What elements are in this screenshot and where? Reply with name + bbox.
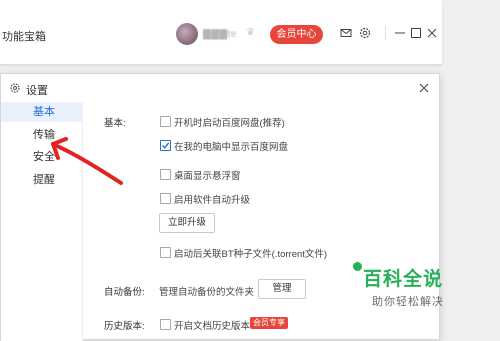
nav-item-reminder[interactable]: 提醒 <box>1 170 83 190</box>
auto-backup-section-label: 自动备份: <box>104 287 145 298</box>
show-in-computer-checkbox[interactable] <box>160 140 171 151</box>
auto-upgrade-label: 启用软件自动升级 <box>174 195 251 206</box>
crown-icon: ♛ <box>246 27 255 38</box>
minimize-icon[interactable] <box>393 26 407 40</box>
maximize-icon[interactable] <box>409 26 423 40</box>
close-icon[interactable] <box>425 26 439 40</box>
auto-backup-description: 管理自动备份的文件夹 <box>159 287 255 298</box>
username[interactable]: ▇▇▇te <box>203 29 237 40</box>
floating-window-label: 桌面显示悬浮窗 <box>174 171 241 182</box>
basic-section-label: 基本: <box>104 118 126 129</box>
auto-upgrade-checkbox[interactable] <box>160 193 171 204</box>
vip-only-badge: 会员专享 <box>250 317 288 329</box>
nav-item-transfer[interactable]: 传输 <box>1 125 83 145</box>
watermark-dot <box>353 262 362 271</box>
gear-icon[interactable] <box>358 26 372 40</box>
startup-label: 开机时启动百度网盘(推荐) <box>174 118 285 129</box>
vip-center-button[interactable]: 会员中心 <box>270 25 323 44</box>
divider <box>385 26 386 40</box>
startup-checkbox[interactable] <box>160 116 171 127</box>
bt-association-label: 启动后关联BT种子文件(.torrent文件) <box>174 249 328 260</box>
history-version-checkbox[interactable] <box>160 319 171 330</box>
check-icon <box>161 142 170 149</box>
upgrade-now-button[interactable]: 立即升级 <box>159 213 215 233</box>
nav-item-security[interactable]: 安全 <box>1 147 83 167</box>
dialog-close-icon[interactable] <box>417 81 431 95</box>
settings-gear-icon <box>10 83 20 93</box>
history-section-label: 历史版本: <box>104 321 145 332</box>
history-version-label: 开启文档历史版本 <box>174 321 251 332</box>
nav-item-basic[interactable]: 基本 <box>1 102 83 122</box>
show-in-computer-label: 在我的电脑中显示百度网盘 <box>174 142 289 153</box>
floating-window-checkbox[interactable] <box>160 169 171 180</box>
watermark-title: 百科全说 <box>363 269 444 290</box>
main-window-header: 功能宝箱 ▇▇▇te ♛ 会员中心 <box>0 0 442 65</box>
dialog-title: 设置 <box>26 85 48 97</box>
toolbox-title[interactable]: 功能宝箱 <box>2 28 46 44</box>
bt-association-checkbox[interactable] <box>160 247 171 258</box>
watermark-subtitle: 助你轻松解决 <box>372 296 444 308</box>
avatar[interactable] <box>176 23 198 45</box>
settings-sidebar: 基本 传输 安全 提醒 <box>1 101 83 341</box>
mail-icon[interactable] <box>339 26 353 40</box>
manage-backup-button[interactable]: 管理 <box>258 279 306 299</box>
